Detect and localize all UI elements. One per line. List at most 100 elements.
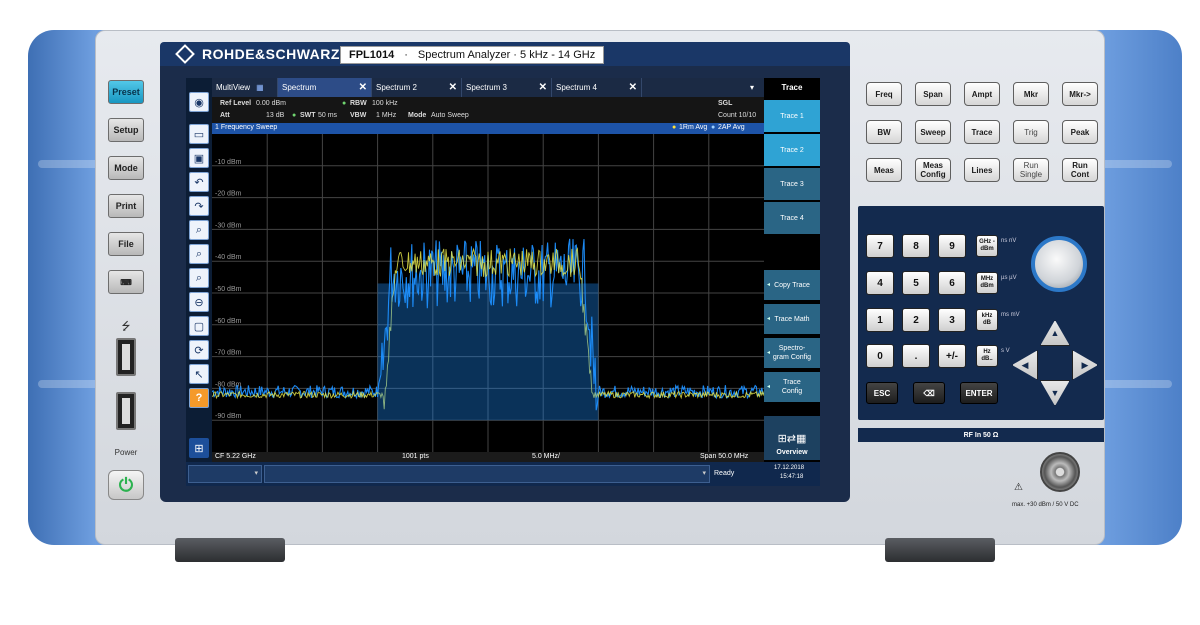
- print-button[interactable]: Print: [108, 194, 144, 218]
- camera-icon[interactable]: ◉: [189, 92, 209, 112]
- softkey-trace-4[interactable]: Trace 4: [764, 202, 820, 234]
- rotary-knob[interactable]: [1031, 236, 1087, 292]
- rbw-value[interactable]: 100 kHz: [372, 100, 398, 107]
- close-icon[interactable]: ✕: [629, 82, 637, 93]
- mode-value[interactable]: Auto Sweep: [431, 112, 469, 119]
- softkey-spectrogram-config[interactable]: ◂ Spectro- gram Config: [764, 338, 820, 368]
- bottom-dropdown-2[interactable]: ▾: [264, 465, 710, 483]
- att-value[interactable]: 13 dB: [266, 112, 284, 119]
- run-cont-key[interactable]: Run Cont: [1062, 158, 1098, 182]
- power-button[interactable]: ⏻: [108, 470, 144, 500]
- peak-key[interactable]: Peak: [1062, 120, 1098, 144]
- key-0[interactable]: 0: [866, 344, 894, 368]
- key-2[interactable]: 2: [902, 308, 930, 332]
- key-6[interactable]: 6: [938, 271, 966, 295]
- y-tick-label: -50 dBm: [215, 286, 242, 293]
- y-tick-label: -30 dBm: [215, 222, 242, 229]
- help-icon[interactable]: ?: [189, 388, 209, 408]
- unit-key-khz[interactable]: kHz dB: [976, 309, 998, 331]
- softkey-trace-3[interactable]: Trace 3: [764, 168, 820, 200]
- windows-icon[interactable]: ⊞: [189, 438, 209, 458]
- sweep-key[interactable]: Sweep: [915, 120, 951, 144]
- usb-port-1[interactable]: [116, 338, 136, 376]
- softkey-trace-config[interactable]: ◂ Trace Config: [764, 372, 820, 402]
- key-3[interactable]: 3: [938, 308, 966, 332]
- key-decimal[interactable]: .: [902, 344, 930, 368]
- run-single-key[interactable]: Run Single: [1013, 158, 1049, 182]
- tab-multiview[interactable]: MultiView ▦: [212, 78, 278, 97]
- softkey-label: Spectro- gram Config: [772, 345, 812, 361]
- y-tick-label: -90 dBm: [215, 413, 242, 420]
- preset-button[interactable]: Preset: [108, 80, 144, 104]
- tab-label: MultiView: [216, 83, 251, 92]
- softkey-trace-math[interactable]: ◂ Trace Math: [764, 304, 820, 334]
- close-icon[interactable]: ✕: [539, 82, 547, 93]
- softkey-overview[interactable]: ⊞⇄▦ Overview: [764, 416, 820, 460]
- key-1[interactable]: 1: [866, 308, 894, 332]
- help-pointer-icon[interactable]: ↖: [189, 364, 209, 384]
- usb-port-2[interactable]: [116, 392, 136, 430]
- bw-key[interactable]: BW: [866, 120, 902, 144]
- freq-key[interactable]: Freq: [866, 82, 902, 106]
- refresh-icon[interactable]: ⟳: [189, 340, 209, 360]
- softkey-trace-2[interactable]: Trace 2: [764, 134, 820, 166]
- model-plate: FPL1014 · Spectrum Analyzer · 5 kHz - 14…: [340, 46, 605, 64]
- undo-icon[interactable]: ↶: [189, 172, 209, 192]
- keyboard-icon: ⌨: [120, 277, 132, 287]
- sweep-points: 1001 pts: [402, 453, 429, 460]
- enter-key[interactable]: ENTER: [960, 382, 998, 404]
- tab-bar: MultiView ▦ Spectrum ✕ Spectrum 2 ✕ Spec…: [212, 78, 764, 97]
- tab-spectrum-4[interactable]: Spectrum 4 ✕: [552, 78, 642, 97]
- key-5[interactable]: 5: [902, 271, 930, 295]
- ampt-key[interactable]: Ampt: [964, 82, 1000, 106]
- bottom-dropdown-1[interactable]: ▾: [188, 465, 262, 483]
- y-tick-label: -80 dBm: [215, 381, 242, 388]
- span-key[interactable]: Span: [915, 82, 951, 106]
- tab-spectrum[interactable]: Spectrum ✕: [278, 78, 372, 97]
- sweep-window-title[interactable]: 1 Frequency Sweep ● 1Rm Avg ● 2AP Avg: [212, 123, 764, 134]
- trig-key[interactable]: Trig: [1013, 120, 1049, 144]
- trace-key[interactable]: Trace: [964, 120, 1000, 144]
- unit-key-hz[interactable]: Hz dB..: [976, 345, 998, 367]
- ref-level-value[interactable]: 0.00 dBm: [256, 100, 286, 107]
- key-4[interactable]: 4: [866, 271, 894, 295]
- zoom-area-icon[interactable]: ⌕: [189, 268, 209, 288]
- meas-config-key[interactable]: Meas Config: [915, 158, 951, 182]
- meas-key[interactable]: Meas: [866, 158, 902, 182]
- open-folder-icon[interactable]: ▭: [189, 124, 209, 144]
- unit-key-ghz[interactable]: GHz -dBm: [976, 235, 998, 257]
- zoom-off-icon[interactable]: ⊖: [189, 292, 209, 312]
- close-icon[interactable]: ✕: [449, 82, 457, 93]
- mode-button[interactable]: Mode: [108, 156, 144, 180]
- key-sign[interactable]: +/-: [938, 344, 966, 368]
- file-button[interactable]: File: [108, 232, 144, 256]
- unit-key-mhz[interactable]: MHz dBm: [976, 272, 998, 294]
- vbw-value[interactable]: 1 MHz: [376, 112, 396, 119]
- tab-spectrum-2[interactable]: Spectrum 2 ✕: [372, 78, 462, 97]
- window-icon[interactable]: ▢: [189, 316, 209, 336]
- key-7[interactable]: 7: [866, 234, 894, 258]
- tab-spectrum-3[interactable]: Spectrum 3 ✕: [462, 78, 552, 97]
- multi-zoom-icon[interactable]: ⌕: [189, 244, 209, 264]
- setup-button[interactable]: Setup: [108, 118, 144, 142]
- softkey-copy-trace[interactable]: ◂ Copy Trace: [764, 270, 820, 300]
- save-icon[interactable]: ▣: [189, 148, 209, 168]
- spectrum-plot[interactable]: -10 dBm -20 dBm -30 dBm -40 dBm -50 dBm -60 d…: [211, 134, 765, 452]
- key-8[interactable]: 8: [902, 234, 930, 258]
- mkr-to-key[interactable]: Mkr->: [1062, 82, 1098, 106]
- softkey-trace-1[interactable]: Trace 1: [764, 100, 820, 132]
- zoom-icon[interactable]: ⌕: [189, 220, 209, 240]
- rf-input-connector[interactable]: [1040, 452, 1080, 492]
- key-9[interactable]: 9: [938, 234, 966, 258]
- mkr-key[interactable]: Mkr: [1013, 82, 1049, 106]
- esc-key[interactable]: ESC: [866, 382, 898, 404]
- lines-key[interactable]: Lines: [964, 158, 1000, 182]
- redo-icon[interactable]: ↷: [189, 196, 209, 216]
- tab-dropdown[interactable]: ▾: [642, 78, 764, 97]
- keyboard-button[interactable]: ⌨: [108, 270, 144, 294]
- softkey-label: Trace 3: [780, 180, 804, 188]
- swt-value[interactable]: 50 ms: [318, 112, 337, 119]
- softkey-label: Trace Config: [781, 379, 803, 395]
- backspace-key[interactable]: ⌫: [913, 382, 945, 404]
- close-icon[interactable]: ✕: [359, 82, 367, 93]
